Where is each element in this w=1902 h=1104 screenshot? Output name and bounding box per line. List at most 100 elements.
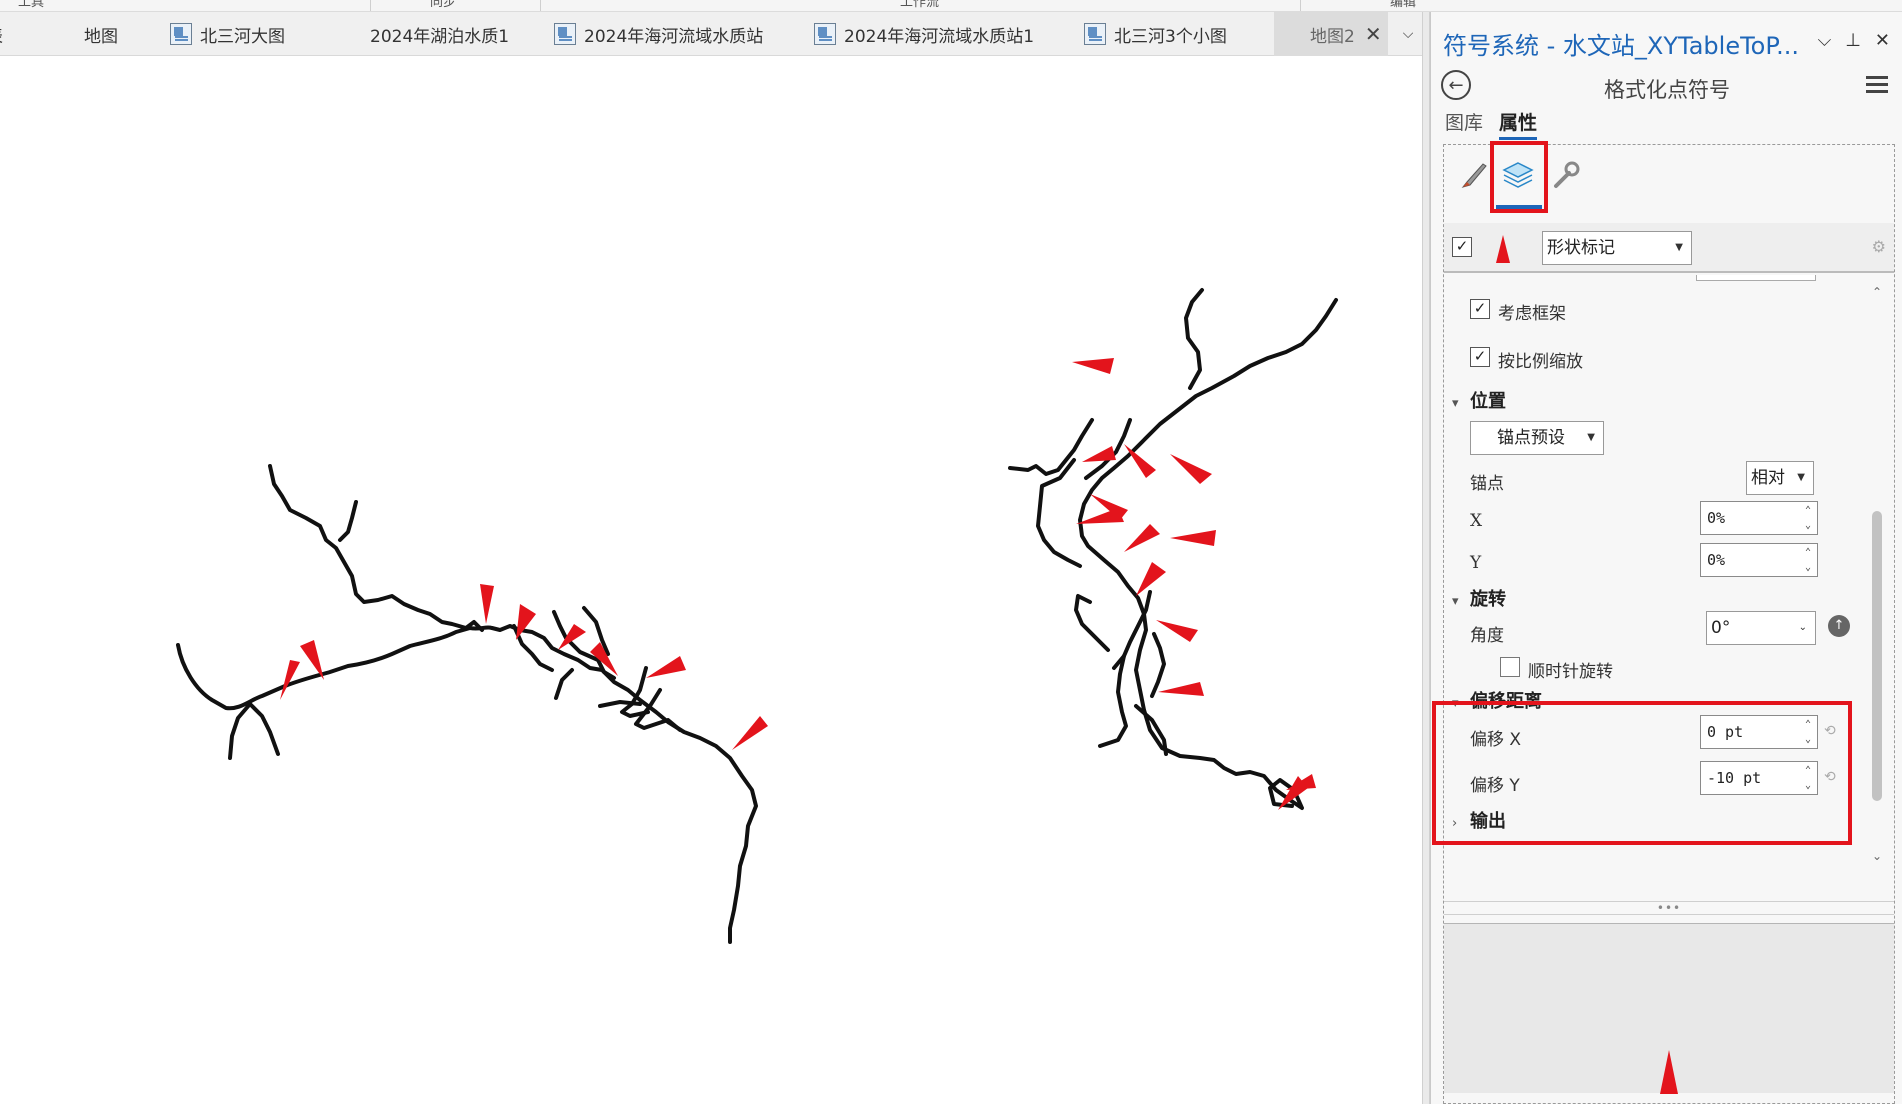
station-marker	[1170, 530, 1216, 546]
tab-map2[interactable]: 地图2 ✕	[1274, 12, 1388, 102]
anchor-preset-label: 锚点预设	[1497, 428, 1565, 448]
chevron-down-icon: ▾	[1452, 396, 1459, 411]
layer-type-value: 形状标记	[1547, 238, 1615, 258]
layer-type-select[interactable]: 形状标记 ▼	[1542, 231, 1692, 265]
station-marker	[1072, 358, 1114, 374]
close-icon[interactable]: ✕	[1365, 22, 1382, 46]
pane-splitter[interactable]	[1422, 12, 1430, 1104]
symbol-preview-marker	[1496, 235, 1510, 263]
anchor-mode-value: 相对	[1751, 468, 1785, 488]
spinner-arrows-icon[interactable]: ⌃ ⌄	[1805, 503, 1811, 533]
station-marker	[646, 656, 686, 678]
consider-frame-checkbox[interactable]: ✓	[1470, 299, 1490, 319]
tab-label: 2024年海河流域水质站	[584, 26, 764, 47]
tab-layout-haihe-2024[interactable]: 2024年海河流域水质站	[554, 12, 763, 56]
tab-label: 表	[0, 22, 3, 47]
tab-label: 北三河大图	[200, 26, 285, 47]
tab-layout-beisanhe[interactable]: 北三河大图	[170, 12, 285, 56]
station-marker	[480, 584, 494, 624]
tab-label: 2024年海河流域水质站1	[844, 26, 1035, 47]
pane-title-controls: ⌵ ⊥ ✕	[1818, 30, 1890, 51]
tab-label: 地图	[84, 26, 118, 47]
scroll-up-icon[interactable]: ⌃	[1870, 285, 1884, 299]
palette-icon[interactable]: ⚙	[1872, 237, 1886, 256]
tab-label: 地图2	[1310, 26, 1355, 47]
angle-value: 0°	[1711, 618, 1731, 638]
chevron-down-icon: ▼	[1675, 242, 1683, 253]
spinner-arrows-icon[interactable]: ⌃ ⌄	[1805, 545, 1811, 575]
station-marker	[1156, 620, 1198, 642]
station-marker	[1124, 524, 1160, 552]
chevron-down-icon: ▾	[1452, 594, 1459, 609]
station-marker	[732, 716, 768, 750]
station-marker	[1286, 774, 1316, 790]
ribbon-group-label: 工具	[18, 0, 45, 10]
symbology-pane: 符号系统 - 水文站_XYTableToP... ⌵ ⊥ ✕ ← 格式化点符号 …	[1430, 12, 1902, 1104]
preview-symbol-marker	[1660, 1050, 1678, 1094]
anchor-x-input[interactable]: 0% ⌃ ⌄	[1700, 501, 1818, 535]
tab-layout-haihe-2024-1[interactable]: 2024年海河流域水质站1	[814, 12, 1034, 56]
arrow-up-circle-icon[interactable]: ↑	[1828, 615, 1850, 637]
layout-icon	[554, 23, 576, 45]
tab-table[interactable]: 表	[0, 12, 3, 56]
chevron-down-icon: ⌄	[1798, 622, 1807, 633]
preview-resize-grip[interactable]: •••	[1444, 901, 1894, 915]
angle-label: 角度	[1470, 626, 1504, 646]
tab-gallery[interactable]: 图库	[1445, 108, 1483, 140]
view-tab-bar: 表 地图 北三河大图 2024年湖泊水质1 2024年海河流域水质站 2024年…	[0, 12, 1428, 102]
scale-label: 按比例缩放	[1498, 352, 1583, 372]
pin-icon[interactable]: ⊥	[1845, 30, 1861, 51]
chevron-down-icon: ⌵	[1402, 26, 1414, 42]
tab-label: 2024年湖泊水质1	[370, 26, 510, 47]
anchor-y-value: 0%	[1707, 551, 1726, 569]
tab-layout-3-maps[interactable]: 北三河3个小图	[1084, 12, 1227, 56]
symbol-properties-box: ✓ 形状标记 ▼ ⚙ ✓ 考虑框架 ✓ 按比例缩放 ▾ 位置 锚点预设 ▼ 锚点	[1432, 141, 1895, 1104]
pane-subtabs: 图库 属性	[1445, 108, 1538, 140]
ribbon-group-label: 工作流	[900, 0, 940, 10]
x-label: X	[1470, 511, 1483, 531]
anchor-x-value: 0%	[1707, 509, 1726, 527]
tab-label: 北三河3个小图	[1114, 26, 1227, 47]
properties-scrollbar[interactable]: ⌃ ⌄	[1870, 285, 1884, 865]
station-marker	[1158, 682, 1204, 696]
section-position[interactable]: ▾ 位置	[1452, 387, 1506, 413]
chevron-down-icon: ▼	[1797, 472, 1805, 483]
scale-checkbox[interactable]: ✓	[1470, 347, 1490, 367]
ribbon-group-label: 编辑	[1390, 0, 1417, 10]
anchor-label: 锚点	[1470, 474, 1504, 494]
tab-map[interactable]: 地图	[54, 12, 118, 102]
tab-properties[interactable]: 属性	[1499, 108, 1538, 140]
station-marker	[1124, 444, 1156, 478]
chevron-down-icon[interactable]: ⌵	[1818, 30, 1832, 51]
layout-icon	[170, 23, 192, 45]
close-icon[interactable]: ✕	[1875, 30, 1890, 51]
scrollbar-thumb[interactable]	[1872, 511, 1882, 801]
map-view[interactable]	[0, 57, 1422, 1104]
menu-icon[interactable]	[1866, 76, 1888, 94]
anchor-preset-button[interactable]: 锚点预设 ▼	[1470, 421, 1604, 455]
pane-subtitle: 格式化点符号	[1604, 78, 1730, 102]
highlight-box-offset	[1432, 701, 1852, 845]
clockwise-checkbox[interactable]	[1500, 657, 1520, 677]
clipped-field	[1696, 275, 1816, 281]
wrench-icon[interactable]	[1544, 153, 1588, 197]
tab-map-lake-2024[interactable]: 2024年湖泊水质1	[340, 12, 510, 102]
anchor-y-input[interactable]: 0% ⌃ ⌄	[1700, 543, 1818, 577]
layer-visible-checkbox[interactable]: ✓	[1452, 237, 1472, 257]
highlight-box-layers	[1490, 141, 1548, 213]
section-rotation[interactable]: ▾ 旋转	[1452, 585, 1506, 611]
tab-overflow-button[interactable]: ⌵	[1396, 12, 1420, 56]
symbol-layer-header: ✓ 形状标记 ▼ ⚙	[1444, 223, 1894, 273]
pane-title: 符号系统 - 水文站_XYTableToP...	[1443, 32, 1799, 60]
properties-scroll-area[interactable]: ✓ 考虑框架 ✓ 按比例缩放 ▾ 位置 锚点预设 ▼ 锚点 相对 ▼ X 0% ⌃…	[1444, 275, 1894, 1035]
layout-icon	[1084, 23, 1106, 45]
map-canvas[interactable]	[0, 57, 1422, 1104]
scroll-down-icon[interactable]: ⌄	[1870, 849, 1884, 863]
angle-select[interactable]: 0° ⌄	[1706, 611, 1816, 645]
symbol-preview	[1444, 923, 1894, 1094]
station-marker	[1082, 446, 1116, 462]
section-label: 旋转	[1470, 589, 1506, 610]
anchor-mode-select[interactable]: 相对 ▼	[1746, 461, 1814, 495]
station-marker	[1170, 454, 1212, 484]
river-network-left	[176, 464, 758, 944]
